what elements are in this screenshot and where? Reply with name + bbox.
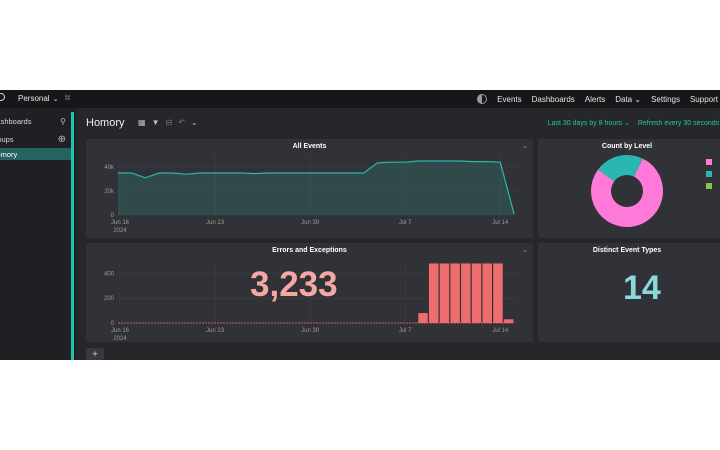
- nav-settings[interactable]: Settings: [651, 95, 680, 104]
- chevron-down-icon: ⌄: [52, 95, 59, 103]
- org-name: Personal: [18, 94, 50, 103]
- x-tick-label: Jun 30: [301, 220, 320, 226]
- y-tick-label: 200: [104, 296, 115, 302]
- time-controls: Last 30 days by 8 hours ⌄ Refresh every …: [548, 119, 720, 127]
- errors-count: 3,233: [250, 265, 338, 304]
- panel-title: Distinct Event Types: [592, 247, 662, 254]
- nav-dashboards[interactable]: Dashboards: [532, 95, 575, 104]
- error-bar: [461, 263, 471, 323]
- time-range-selector[interactable]: Last 30 days by 8 hours ⌄: [548, 119, 630, 127]
- x-tick-label: Jul 7: [399, 220, 412, 226]
- x-tick-label: Jun 23: [206, 328, 225, 334]
- x-tick-label: Jun 16: [111, 220, 130, 226]
- error-bar: [493, 263, 503, 323]
- search-icon[interactable]: ⚲: [60, 117, 66, 126]
- chevron-down-icon[interactable]: ⌄: [191, 118, 198, 127]
- error-bar: [428, 263, 439, 323]
- grid-icon[interactable]: ▦: [138, 118, 146, 127]
- sidebar-item-label: Homory: [0, 149, 18, 159]
- nav-alerts[interactable]: Alerts: [585, 95, 605, 104]
- app-window: Personal ⌄ ⌘ Events Dashboards Alerts Da…: [0, 90, 720, 360]
- sidebar-item-label: Dashboards: [0, 116, 32, 126]
- org-settings-icon[interactable]: ⌘: [64, 94, 71, 102]
- app-logo-icon[interactable]: [0, 93, 5, 101]
- panel-count-by-level: Count by Level: [538, 139, 720, 238]
- panel-all-events: All Events ⌄ 0 20k 40k Jun 16 2024 Jun 23 Jun …: [86, 139, 533, 238]
- add-panel-button[interactable]: +: [86, 348, 104, 360]
- panel-errors: Errors and Exceptions ⌄ 0 200 400 Jun 16 202…: [86, 243, 533, 342]
- nav-events[interactable]: Events: [497, 95, 521, 104]
- sidebar-item-label: Groups: [0, 134, 14, 144]
- nav-data-label: Data: [615, 94, 633, 104]
- theme-toggle-icon[interactable]: [477, 94, 488, 104]
- save-icon[interactable]: ⊟: [165, 118, 172, 127]
- refresh-selector[interactable]: Refresh every 30 seconds ⌄: [638, 119, 720, 127]
- y-tick-label: 40k: [104, 165, 115, 171]
- x-tick-label: Jul 7: [399, 328, 412, 334]
- count-by-level-chart: [591, 155, 712, 228]
- sidebar-item-groups[interactable]: Groups ⊕: [0, 133, 72, 145]
- x-tick-label: Jun 23: [206, 220, 225, 226]
- x-tick-label: 2024: [113, 336, 127, 342]
- undo-icon[interactable]: ↶: [178, 118, 185, 127]
- sidebar-item-homory[interactable]: Homory: [0, 148, 72, 160]
- add-circle-icon[interactable]: ⊕: [58, 134, 66, 145]
- distinct-count: 14: [623, 269, 661, 307]
- all-events-chart: 0 20k 40k Jun 16 2024 Jun 23 Jun 30 Jul 7 Jul 14: [104, 155, 518, 234]
- y-tick-label: 400: [104, 271, 115, 277]
- nav-data[interactable]: Data ⌄: [615, 95, 641, 104]
- top-nav: Events Dashboards Alerts Data ⌄ Settings…: [477, 90, 718, 108]
- nav-support[interactable]: Support: [690, 95, 718, 104]
- legend-swatch: [706, 159, 712, 165]
- x-tick-label: Jun 16: [111, 328, 130, 334]
- error-bar: [503, 319, 514, 323]
- x-tick-label: 2024: [113, 228, 127, 234]
- sidebar: Dashboards ⚲ Groups ⊕ Homory: [0, 108, 72, 360]
- y-tick-label: 0: [111, 213, 115, 219]
- sidebar-resize-handle[interactable]: [71, 112, 74, 360]
- legend-swatch: [706, 171, 712, 177]
- y-tick-label: 0: [111, 321, 115, 327]
- x-tick-label: Jul 14: [492, 220, 509, 226]
- error-bar: [418, 313, 428, 323]
- sidebar-item-dashboards[interactable]: Dashboards ⚲: [0, 115, 72, 127]
- chevron-down-icon: ⌄: [634, 94, 642, 104]
- legend-swatch: [706, 183, 712, 189]
- x-tick-label: Jun 30: [301, 328, 320, 334]
- error-bar: [471, 263, 482, 323]
- dashboard-toolbar: ▦ ▼ ⊟ ↶ ⌄: [138, 118, 198, 127]
- events-area: [118, 161, 514, 215]
- filter-icon[interactable]: ▼: [152, 118, 160, 127]
- panel-distinct-event-types: Distinct Event Types 14: [538, 243, 720, 342]
- error-bar: [482, 263, 492, 323]
- top-bar: Personal ⌄ ⌘ Events Dashboards Alerts Da…: [0, 90, 720, 108]
- dashboard-main: Homory ▦ ▼ ⊟ ↶ ⌄ Last 30 days by 8 hours…: [76, 108, 720, 360]
- error-bar: [439, 263, 450, 323]
- error-bar: [450, 263, 460, 323]
- page-title: Homory: [86, 117, 125, 129]
- org-selector[interactable]: Personal ⌄: [18, 92, 58, 105]
- y-tick-label: 20k: [104, 189, 115, 195]
- x-tick-label: Jul 14: [492, 328, 509, 334]
